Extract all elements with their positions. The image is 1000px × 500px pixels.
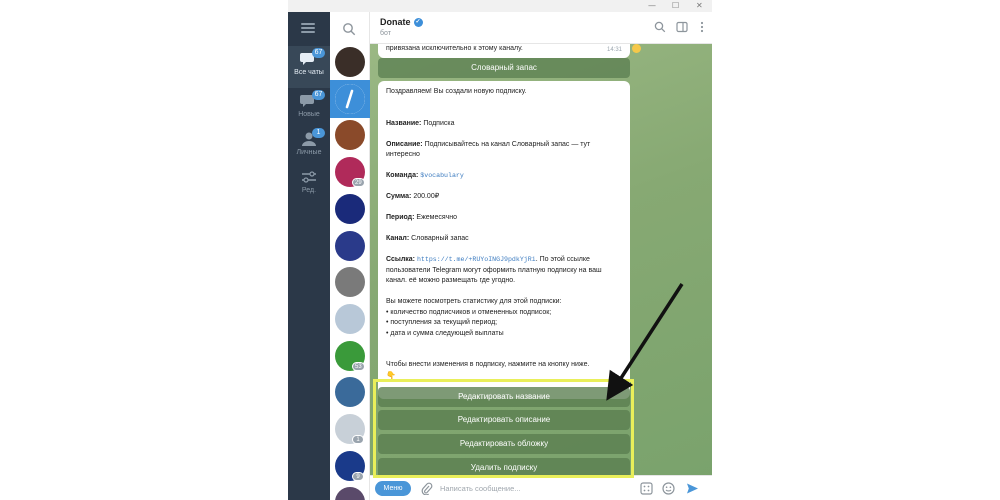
edit-name-button[interactable]: Редактировать название [378, 387, 630, 407]
folder-label: Личные [296, 149, 322, 156]
edit-folders-icon [302, 171, 316, 183]
unread-badge: 9 [352, 471, 364, 481]
field-value: 200.00₽ [413, 193, 440, 200]
field-label: Канал: [386, 235, 410, 242]
chat-title-text: Donate [380, 17, 411, 27]
bot-menu-button[interactable]: Меню [375, 481, 411, 496]
inline-button-dictionary[interactable]: Словарный запас [378, 58, 630, 78]
field-description: Описание: Подписывайтесь на канал Словар… [386, 140, 622, 161]
folder-label: Новые [298, 111, 320, 118]
avatar-channel-7[interactable] [335, 267, 365, 298]
avatar-channel-6[interactable] [335, 230, 365, 261]
window-titlebar: — ☐ ✕ [288, 0, 712, 12]
search-icon[interactable] [342, 22, 356, 36]
folder-all-chats[interactable]: 67 Все чаты [288, 46, 330, 88]
edit-description-button[interactable]: Редактировать описание [378, 410, 630, 430]
avatar-channel-5[interactable] [335, 193, 365, 224]
folder-label: Все чаты [294, 69, 324, 76]
field-label: Команда: [386, 172, 419, 179]
stats-item: • количество подписчиков и отмененных по… [386, 308, 552, 316]
pointing-down-icon: 👇 [386, 370, 396, 380]
previous-message: привязана исключительно к этому каналу. … [378, 44, 630, 58]
close-icon[interactable]: ✕ [696, 0, 703, 12]
sidebar-toggle-icon[interactable] [676, 21, 688, 33]
hamburger-menu-icon[interactable] [301, 23, 315, 33]
stats-item: • поступления за текущий период; [386, 319, 498, 326]
field-period: Период: Ежемесячно [386, 213, 622, 224]
folder-badge: 1 [312, 128, 325, 138]
edit-note: Чтобы внести изменения в подписку, нажми… [386, 361, 590, 368]
chat-pane: Donate ✓ бот привязана исключительно к эт… [370, 12, 712, 500]
field-value: Подписка [423, 119, 455, 127]
field-channel: Канал: Словарный запас [386, 234, 622, 245]
field-value: Словарный запас [411, 235, 469, 242]
field-command: Команда: $vocabulary [386, 171, 622, 182]
unread-badge: 29 [352, 178, 365, 188]
field-name: Название: Подписка [386, 119, 622, 130]
bot-commands-icon[interactable] [640, 482, 653, 495]
chat-list: 29 53 1 9 [330, 12, 370, 500]
field-label: Период: [386, 214, 415, 221]
message-text: привязана исключительно к этому каналу. [386, 45, 523, 52]
folder-badge: 67 [312, 90, 325, 100]
avatar-donate[interactable] [335, 83, 365, 114]
maximize-icon[interactable]: ☐ [672, 0, 679, 12]
telegram-window: — ☐ ✕ 67 Все чаты 67 Новые 1 Личные Ред.… [288, 0, 712, 500]
emoji-icon[interactable] [662, 482, 675, 495]
field-value: Ежемесячно [416, 214, 458, 221]
folder-personal[interactable]: 1 Личные [288, 126, 330, 168]
stats-intro: Вы можете посмотреть статистику для этой… [386, 298, 562, 305]
field-label: Ссылка: [386, 256, 416, 263]
more-options-icon[interactable] [696, 21, 708, 33]
folder-badge: 67 [312, 48, 325, 58]
folder-new[interactable]: 67 Новые [288, 88, 330, 130]
chat-subtitle: бот [380, 30, 391, 37]
donate-logo-icon [335, 83, 365, 114]
subscription-message: Поздравляем! Вы создали новую подписку. … [378, 81, 630, 399]
screenshot-stage: — ☐ ✕ 67 Все чаты 67 Новые 1 Личные Ред.… [0, 0, 1000, 500]
reaction-emoji-icon[interactable] [632, 44, 641, 53]
field-label: Название: [386, 119, 422, 127]
field-label: Сумма: [386, 193, 412, 200]
unread-badge: 1 [352, 435, 364, 444]
search-icon[interactable] [654, 21, 666, 33]
message-input[interactable] [440, 481, 630, 496]
verified-icon: ✓ [413, 18, 423, 28]
field-link: Ссылка: https://t.me/+RUYoINGJ9pdkYjRi. … [386, 255, 622, 287]
field-sum: Сумма: 200.00₽ [386, 192, 622, 203]
send-icon[interactable] [686, 482, 699, 495]
edit-cover-button[interactable]: Редактировать обложку [378, 434, 630, 454]
avatar-channel-3[interactable] [335, 120, 365, 151]
stats-item: • дата и сумма следующей выплаты [386, 329, 504, 337]
avatar-channel-1[interactable] [335, 47, 365, 77]
minimize-icon[interactable]: — [648, 0, 656, 12]
folder-label: Ред. [301, 187, 317, 194]
chat-header: Donate ✓ бот [370, 12, 712, 44]
folders-rail: 67 Все чаты 67 Новые 1 Личные Ред. [288, 12, 330, 500]
field-label: Описание: [386, 140, 423, 148]
avatar-channel-10[interactable] [335, 377, 365, 408]
message-time: 14:31 [606, 47, 622, 53]
avatar-channel-13[interactable] [335, 487, 365, 500]
subscription-link[interactable]: https://t.me/+RUYoINGJ9pdkYjRi [417, 256, 536, 263]
message-composer: Меню [370, 475, 712, 500]
greeting-text: Поздравляем! Вы создали новую подписку. [386, 88, 527, 95]
chat-title[interactable]: Donate ✓ [380, 17, 423, 28]
folder-edit[interactable]: Ред. [288, 164, 330, 206]
unread-badge: 53 [352, 361, 365, 371]
command-value[interactable]: $vocabulary [420, 172, 464, 179]
avatar-channel-8[interactable] [335, 303, 365, 334]
attach-icon[interactable] [420, 482, 433, 495]
